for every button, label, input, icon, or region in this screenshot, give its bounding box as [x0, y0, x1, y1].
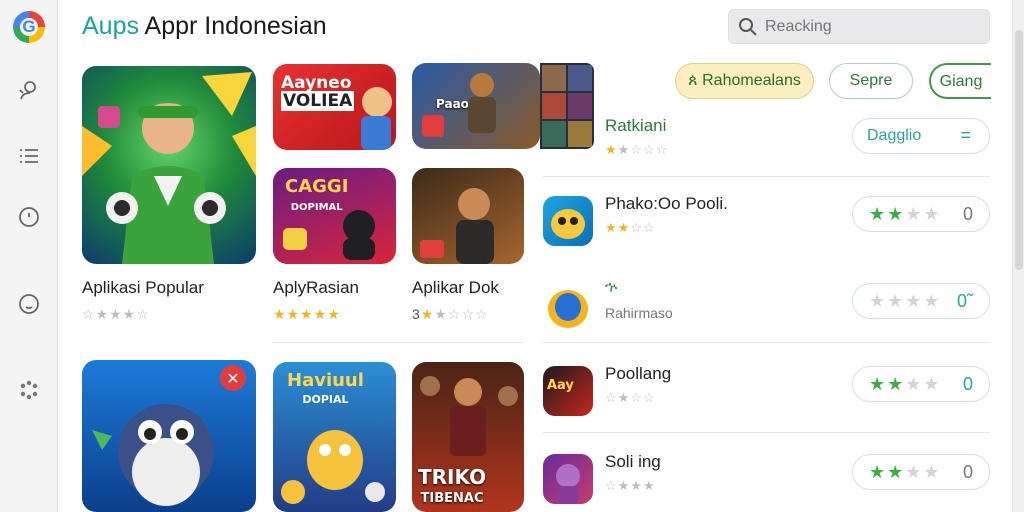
scrollbar-thumb[interactable]	[1015, 30, 1023, 270]
brand-rest: Appr Indonesian	[138, 12, 327, 40]
rating-prefix: 3	[412, 306, 421, 322]
list-item[interactable]: Ratkiani ★★☆☆☆ Dagglio =	[543, 110, 993, 180]
rating-value: 0	[962, 462, 973, 482]
app-artwork-caggi: CAGGI DOPIMAL	[273, 168, 396, 264]
list-item[interactable]: Soli ing ☆★★★ ★★★★ 0	[543, 446, 993, 512]
list-icon[interactable]	[17, 144, 41, 168]
chip-giang[interactable]: Giang	[929, 63, 991, 99]
rating-value: 0	[962, 374, 973, 394]
featured-app-name: Aplikasi Popular	[82, 278, 204, 297]
clock-icon[interactable]	[17, 205, 41, 229]
smiley-icon[interactable]	[17, 292, 41, 316]
featured-app-card[interactable]: Aplikasi Popular ☆★★★☆	[82, 66, 256, 326]
svg-text:✕: ✕	[226, 369, 239, 388]
app-icon	[543, 196, 593, 246]
app-card-bottom-2[interactable]: Haviuul DOPIAL	[273, 362, 396, 512]
app-name: Aplikar Dok	[412, 278, 499, 297]
apps-grid-icon[interactable]	[17, 378, 41, 402]
app-card-bottom-1[interactable]: ✕	[82, 360, 256, 512]
list-item-stars: ☆★★★	[605, 478, 656, 493]
rating-stars: ★★★★	[869, 462, 942, 482]
list-item-title: Phako:Oo Pooli.	[605, 194, 728, 213]
rating-pill[interactable]: ★★★★ 0	[852, 366, 990, 402]
rating-pill[interactable]: ★★★★ 0	[852, 196, 990, 232]
rating-stars: ★★★★	[869, 374, 942, 394]
list-item-stars: ★★☆☆	[605, 220, 656, 235]
featured-app-rating: ☆★★★☆	[82, 306, 150, 322]
app-art-title: TRIKO TIBENAC	[418, 465, 487, 506]
app-card-bottom-3[interactable]: TRIKO TIBENAC	[412, 362, 524, 512]
list-item-stars: ★★☆☆☆	[605, 142, 669, 157]
sort-dropdown[interactable]: Dagglio =	[852, 118, 990, 154]
rating-value: 0˜	[956, 291, 973, 311]
app-icon: Aay	[543, 366, 593, 416]
google-logo-icon[interactable]: G	[13, 11, 45, 43]
list-item[interactable]: ኍ Rahirmaso ★★★★ 0˜	[543, 275, 993, 345]
search-icon	[738, 17, 758, 37]
app-artwork-bottom-3: TRIKO TIBENAC	[412, 362, 524, 512]
divider	[543, 432, 990, 433]
app-artwork-aplyrasian: Aayneo VOLIEA	[273, 64, 396, 150]
menu-icon: =	[960, 125, 971, 145]
app-icon	[543, 283, 593, 333]
rating-pill[interactable]: ★★★★ 0˜	[852, 283, 990, 319]
rating-stars: ★★★★	[869, 204, 942, 224]
chip-recommendations[interactable]: ጰ Rahomealans	[675, 63, 814, 99]
chip-sepre[interactable]: Sepre	[829, 63, 913, 99]
app-artwork-bottom-2: Haviuul DOPIAL	[273, 362, 396, 512]
list-item[interactable]: Aay Poollang ☆★☆☆ ★★★★ 0	[543, 358, 993, 428]
app-artwork-bottom-1: ✕	[82, 360, 256, 512]
app-rating: 3★★☆☆☆	[412, 306, 489, 322]
list-item-subtitle: Rahirmaso	[605, 305, 673, 321]
left-rail: G	[0, 0, 58, 512]
app-icon	[543, 454, 593, 504]
list-item-title: ኍ	[605, 279, 618, 296]
app-artwork-character	[412, 168, 524, 264]
app-rating: ★★★★★	[273, 306, 341, 322]
search-input[interactable]	[765, 16, 975, 38]
list-item-title: Soli ing	[605, 452, 661, 471]
list-item-title: Poollang	[605, 364, 672, 383]
scrollbar[interactable]	[1012, 0, 1024, 512]
user-search-icon[interactable]	[17, 78, 41, 102]
divider	[272, 342, 524, 343]
list-item[interactable]: Phako:Oo Pooli. ★★☆☆ ★★★★ 0	[543, 188, 993, 258]
app-artwork-paaooali: Paaooali	[412, 63, 540, 149]
rating-pill[interactable]: ★★★★ 0	[852, 454, 990, 490]
app-icon-text: Aay	[547, 378, 574, 393]
rating-value: 0	[962, 204, 973, 224]
brand-prefix: Aups	[82, 12, 139, 40]
list-item-title: Ratkiani	[605, 116, 667, 135]
rating-stars: ★★★★	[869, 291, 942, 311]
search-box[interactable]	[728, 9, 990, 44]
list-item-stars: ☆★☆☆	[605, 390, 656, 405]
app-name: AplyRasian	[273, 278, 359, 297]
app-card-aplyrasian[interactable]: Aayneo VOLIEA CAGGI DOPIMAL AplyRasian ★★★…	[273, 64, 396, 324]
featured-app-artwork	[82, 66, 256, 264]
page-title: Aups Appr Indonesian	[82, 10, 327, 42]
sort-dropdown-label: Dagglio	[867, 127, 922, 144]
